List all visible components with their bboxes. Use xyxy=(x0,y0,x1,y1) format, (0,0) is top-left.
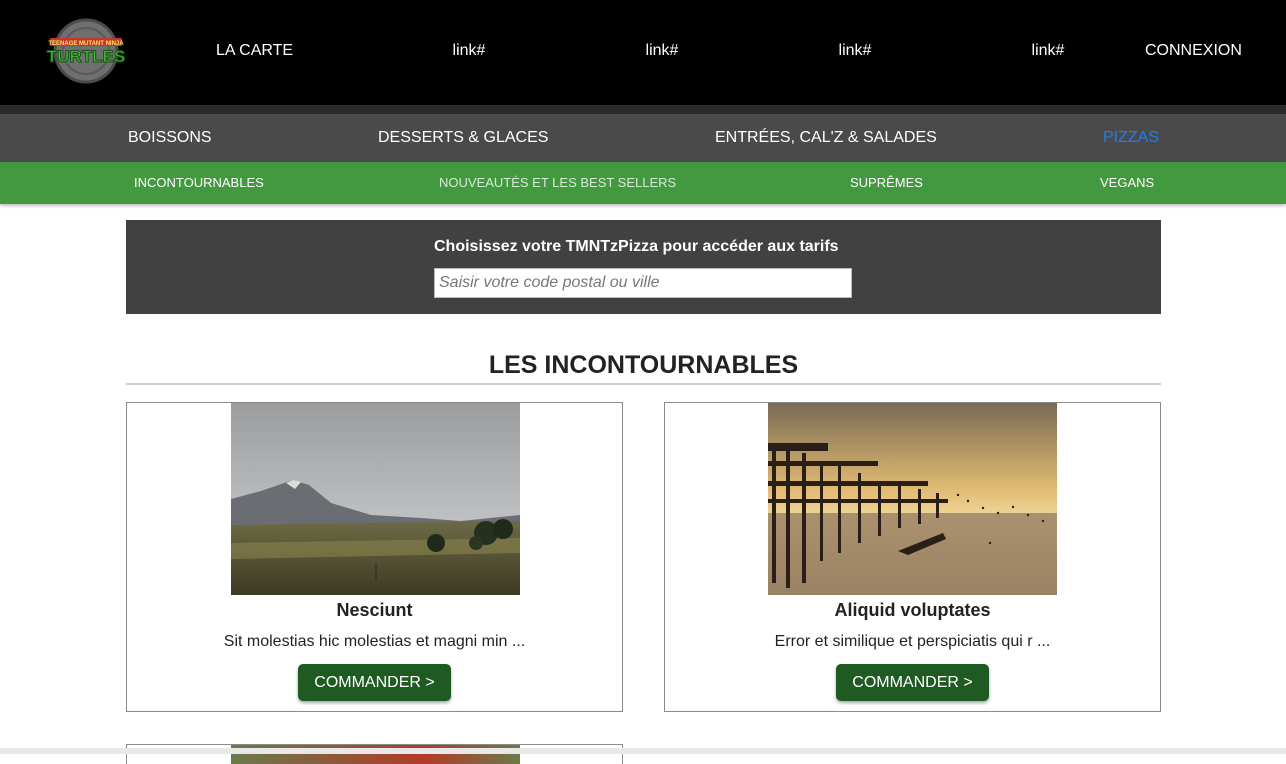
category-desserts[interactable]: DESSERTS & GLACES xyxy=(378,128,548,148)
nav-link-1[interactable]: link# xyxy=(453,41,486,61)
svg-text:TURTLES: TURTLES xyxy=(47,47,125,66)
section-title-rest: INCONTOURNABLES xyxy=(544,351,799,379)
section-title-bold: LES xyxy=(488,351,538,379)
product-description: Error et similique et perspiciatis qui r… xyxy=(774,633,1051,650)
product-image[interactable] xyxy=(768,403,1057,595)
subcategory-incontournables[interactable]: INCONTOURNABLES xyxy=(134,175,264,191)
nav-link-4[interactable]: link# xyxy=(1032,41,1065,61)
order-button[interactable]: COMMANDER > xyxy=(298,664,451,701)
search-title: Choisissez votre TMNTzPizza pour accéder… xyxy=(434,238,839,255)
subcategory-vegans[interactable]: VEGANS xyxy=(1100,175,1154,191)
header-divider xyxy=(0,105,1286,114)
top-header: TEENAGE MUTANT NINJA TURTLES LA CARTE li… xyxy=(0,0,1286,105)
product-image[interactable] xyxy=(231,403,520,595)
product-card: Nesciunt Sit molestias hic molestias et … xyxy=(126,402,623,712)
section-title: LES INCONTOURNABLES xyxy=(126,350,1161,380)
subcategory-bar: INCONTOURNABLES NOUVEAUTÉS ET LES BEST S… xyxy=(0,162,1286,204)
nav-link-3[interactable]: link# xyxy=(839,41,872,61)
nav-la-carte[interactable]: LA CARTE xyxy=(216,41,293,61)
horizontal-scrollbar[interactable] xyxy=(0,748,1286,754)
product-name: Aliquid voluptates xyxy=(834,600,991,620)
tmnt-logo[interactable]: TEENAGE MUTANT NINJA TURTLES xyxy=(44,18,128,84)
product-name: Nesciunt xyxy=(336,600,413,620)
nav-link-2[interactable]: link# xyxy=(646,41,679,61)
product-description: Sit molestias hic molestias et magni min… xyxy=(223,633,526,650)
category-boissons[interactable]: BOISSONS xyxy=(128,128,212,148)
product-card-partial xyxy=(126,744,623,764)
subcategory-nouveautes[interactable]: NOUVEAUTÉS ET LES BEST SELLERS xyxy=(439,175,676,191)
product-card: Aliquid voluptates Error et similique et… xyxy=(664,402,1161,712)
category-pizzas[interactable]: PIZZAS xyxy=(1103,128,1159,148)
category-entrees[interactable]: ENTRÉES, CAL'Z & SALADES xyxy=(715,128,937,148)
order-button[interactable]: COMMANDER > xyxy=(836,664,989,701)
category-bar: BOISSONS DESSERTS & GLACES ENTRÉES, CAL'… xyxy=(0,114,1286,162)
subcategory-supremes[interactable]: SUPRÊMES xyxy=(850,175,923,191)
postal-code-input[interactable] xyxy=(434,268,852,298)
nav-connexion[interactable]: CONNEXION xyxy=(1145,41,1242,61)
section-divider xyxy=(126,383,1161,385)
location-search-panel: Choisissez votre TMNTzPizza pour accéder… xyxy=(126,220,1161,314)
